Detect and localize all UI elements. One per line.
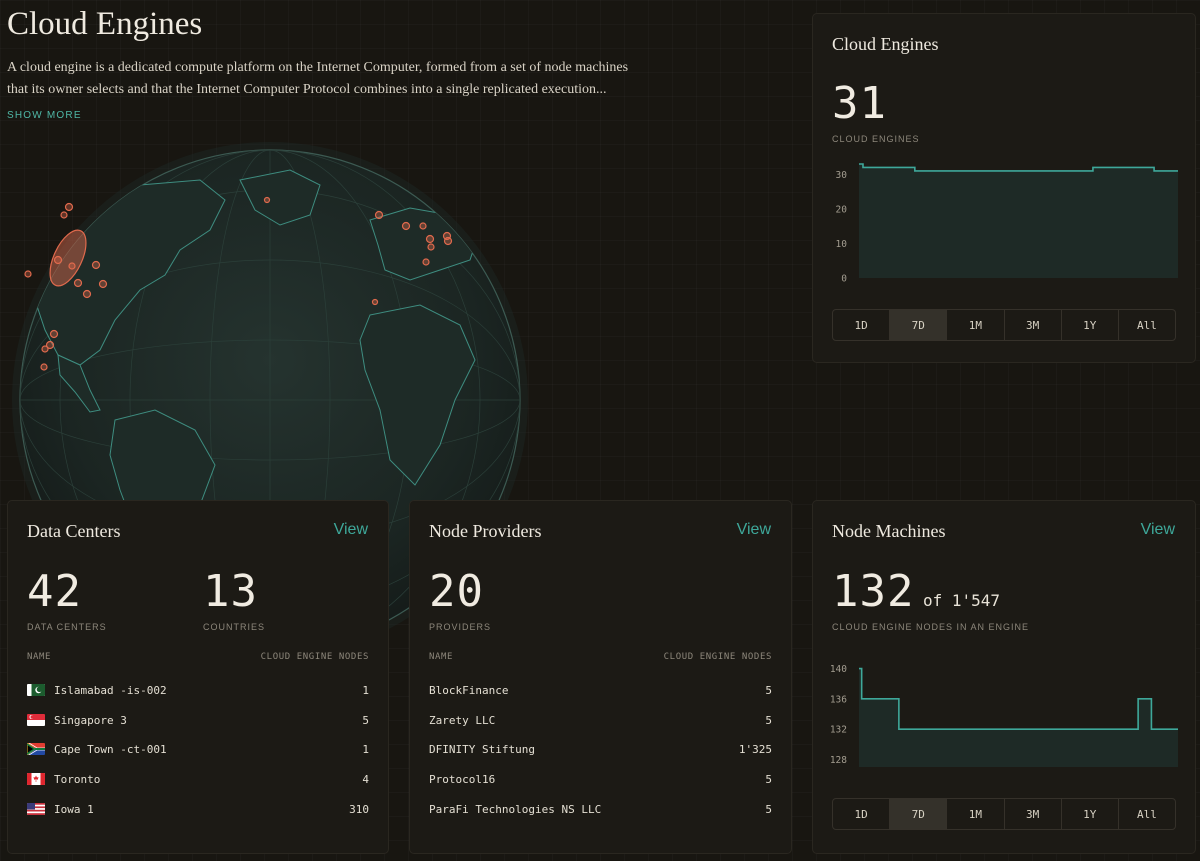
table-row[interactable]: Toronto 4 — [27, 773, 369, 803]
cloud-engines-range-selector: 1D 7D 1M 3M 1Y All — [832, 309, 1176, 341]
data-centers-table: Islamabad -is-002 1 Singapore 3 5 Cape T… — [27, 684, 369, 832]
data-center-nodes: 1 — [362, 743, 369, 757]
node-machines-view-link[interactable]: View — [1141, 521, 1175, 539]
provider-name: Protocol16 — [429, 773, 496, 787]
provider-name: DFINITY Stiftung — [429, 743, 535, 757]
data-center-name: Cape Town -ct-001 — [54, 743, 167, 757]
node-machines-stat: 132 of 1'547 CLOUD ENGINE NODES IN AN EN… — [832, 570, 1030, 633]
node-providers-card-title: Node Providers — [429, 521, 542, 541]
cloud-engines-card-title: Cloud Engines — [832, 34, 939, 54]
cloud-engines-count-label: CLOUD ENGINES — [832, 134, 920, 144]
y-tick-label: 140 — [830, 664, 847, 675]
table-row[interactable]: BlockFinance 5 — [429, 684, 772, 714]
provider-nodes: 1'325 — [738, 743, 772, 757]
cloud-engines-range-1d[interactable]: 1D — [833, 310, 889, 340]
y-tick-label: 20 — [836, 204, 848, 215]
cloud-engines-count: 31 — [832, 78, 887, 129]
node-machines-range-selector: 1D 7D 1M 3M 1Y All — [832, 798, 1176, 830]
provider-name: BlockFinance — [429, 684, 509, 697]
singapore-flag-icon — [27, 713, 45, 726]
data-centers-card: Data Centers View 42 DATA CENTERS 13 COU… — [7, 500, 389, 854]
node-providers-view-link[interactable]: View — [737, 521, 771, 539]
y-tick-label: 10 — [836, 239, 848, 250]
table-row[interactable]: DFINITY Stiftung 1'325 — [429, 743, 772, 773]
table-row[interactable]: Zarety LLC 5 — [429, 714, 772, 744]
data-center-name: Iowa 1 — [54, 802, 94, 816]
usa-flag-icon — [27, 802, 45, 815]
countries-stat: 13 COUNTRIES — [203, 566, 266, 633]
data-centers-table-header: NAME CLOUD ENGINE NODES — [27, 652, 369, 662]
node-machines-total: of 1'547 — [922, 591, 1000, 610]
cloud-engines-range-all[interactable]: All — [1117, 310, 1175, 340]
column-header-nodes: CLOUD ENGINE NODES — [663, 652, 772, 662]
node-providers-table-header: NAME CLOUD ENGINE NODES — [429, 652, 772, 662]
data-center-name: Singapore 3 — [54, 713, 127, 727]
table-row[interactable]: Singapore 3 5 — [27, 713, 369, 744]
pakistan-flag-icon — [27, 684, 45, 696]
node-machines-range-3m[interactable]: 3M — [1003, 799, 1061, 829]
data-center-nodes: 5 — [362, 713, 369, 727]
page-description: A cloud engine is a dedicated compute pl… — [7, 60, 629, 97]
south-africa-flag-icon — [27, 743, 45, 756]
table-row[interactable]: ParaFi Technologies NS LLC 5 — [429, 803, 772, 833]
y-tick-label: 30 — [836, 170, 848, 181]
page-title: Cloud Engines — [7, 6, 203, 42]
cloud-engines-stat: 31 CLOUD ENGINES — [832, 78, 920, 145]
table-row[interactable]: Protocol16 5 — [429, 773, 772, 803]
cloud-engines-range-1m[interactable]: 1M — [946, 310, 1003, 340]
cloud-engines-chart: 0 10 20 30 — [836, 163, 1178, 285]
data-centers-count-label: DATA CENTERS — [27, 622, 107, 632]
node-providers-table: BlockFinance 5 Zarety LLC 5 DFINITY Stif… — [429, 684, 772, 832]
column-header-name: NAME — [429, 652, 454, 662]
cloud-engines-card: Cloud Engines 31 CLOUD ENGINES 0 10 20 30 1… — [812, 13, 1196, 363]
table-row[interactable]: Cape Town -ct-001 1 — [27, 743, 369, 773]
cloud-engines-range-7d[interactable]: 7D — [889, 310, 947, 340]
data-centers-view-link[interactable]: View — [334, 521, 368, 539]
provider-name: ParaFi Technologies NS LLC — [429, 802, 602, 816]
node-machines-card: Node Machines View 132 of 1'547 CLOUD EN… — [812, 500, 1196, 854]
y-tick-label: 0 — [841, 274, 847, 285]
cloud-engines-range-3m[interactable]: 3M — [1003, 310, 1061, 340]
providers-count-label: PROVIDERS — [429, 622, 492, 632]
provider-nodes: 5 — [765, 684, 772, 697]
y-tick-label: 136 — [830, 694, 847, 705]
data-center-nodes: 1 — [362, 684, 369, 697]
data-center-name: Toronto — [54, 773, 101, 787]
chart-area-fill — [859, 164, 1178, 278]
countries-count: 13 — [203, 566, 258, 617]
provider-name: Zarety LLC — [429, 713, 496, 727]
chart-area-fill — [859, 668, 1178, 767]
table-row[interactable]: Iowa 1 310 — [27, 802, 369, 833]
y-tick-label: 128 — [830, 755, 847, 766]
provider-nodes: 5 — [765, 802, 772, 816]
provider-nodes: 5 — [765, 713, 772, 727]
data-centers-stat: 42 DATA CENTERS — [27, 566, 107, 633]
node-machines-count: 132 — [832, 566, 915, 617]
node-machines-card-title: Node Machines — [832, 521, 946, 541]
cloud-engines-range-1y[interactable]: 1Y — [1060, 310, 1118, 340]
table-row[interactable]: Islamabad -is-002 1 — [27, 684, 369, 714]
y-tick-label: 132 — [830, 725, 847, 736]
data-centers-count: 42 — [27, 566, 82, 617]
providers-count: 20 — [429, 566, 484, 617]
canada-flag-icon — [27, 773, 45, 786]
provider-nodes: 5 — [765, 773, 772, 787]
chart-series-line — [859, 667, 1178, 730]
node-machines-chart: 128 132 136 140 — [830, 664, 1178, 767]
data-center-nodes: 310 — [349, 802, 369, 816]
node-machines-range-7d[interactable]: 7D — [889, 799, 947, 829]
data-center-name: Islamabad -is-002 — [54, 684, 167, 697]
node-machines-range-1d[interactable]: 1D — [833, 799, 889, 829]
node-machines-count-label: CLOUD ENGINE NODES IN AN ENGINE — [832, 622, 1030, 632]
countries-count-label: COUNTRIES — [203, 622, 266, 632]
column-header-name: NAME — [27, 652, 52, 662]
column-header-nodes: CLOUD ENGINE NODES — [260, 652, 369, 662]
node-providers-card: Node Providers View 20 PROVIDERS NAME CL… — [409, 500, 792, 854]
node-machines-range-1y[interactable]: 1Y — [1060, 799, 1118, 829]
node-machines-range-all[interactable]: All — [1117, 799, 1175, 829]
data-centers-card-title: Data Centers — [27, 521, 121, 541]
data-center-nodes: 4 — [362, 773, 369, 787]
node-machines-range-1m[interactable]: 1M — [946, 799, 1003, 829]
providers-stat: 20 PROVIDERS — [429, 566, 492, 633]
